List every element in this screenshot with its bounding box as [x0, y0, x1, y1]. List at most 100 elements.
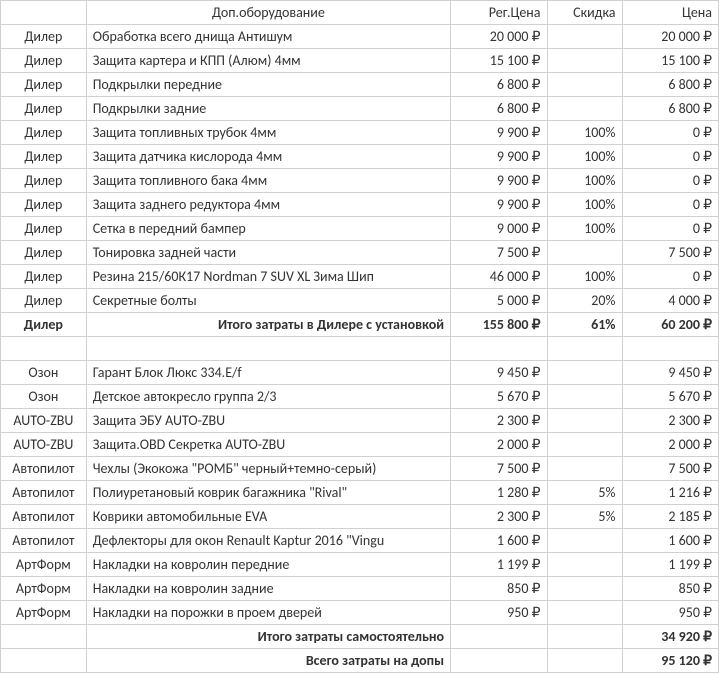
- cell-reg-price: 9 450 ₽: [451, 361, 547, 385]
- cell-price: 0 ₽: [622, 169, 719, 193]
- cell-price: 0 ₽: [622, 265, 719, 289]
- cell-price: 0 ₽: [622, 217, 719, 241]
- cell-discount: 100%: [547, 265, 622, 289]
- summary-row: Всего затраты на допы95 120 ₽: [1, 649, 719, 673]
- cell-name: Итого затраты в Дилере с установкой: [86, 313, 450, 337]
- table-row: ДилерЗащита топливного бака 4мм9 900 ₽10…: [1, 169, 719, 193]
- table-row: АртФормНакладки на ковролин передние 1 19…: [1, 553, 719, 577]
- blank-row: [1, 337, 719, 361]
- cell-source: Озон: [1, 385, 87, 409]
- cell-price: 0 ₽: [622, 121, 719, 145]
- header-source: [1, 1, 87, 25]
- cell-name: Детское автокресло группа 2/3: [86, 385, 450, 409]
- cell-name: Защита картера и КПП (Алюм) 4мм: [86, 49, 450, 73]
- cell-discount: 100%: [547, 169, 622, 193]
- cell-reg-price: 15 100 ₽: [451, 49, 547, 73]
- cell-price: 15 100 ₽: [622, 49, 719, 73]
- cell-source: Дилер: [1, 73, 87, 97]
- cell-price: 60 200 ₽: [622, 313, 719, 337]
- header-price: Цена: [622, 1, 719, 25]
- table-row: ДилерИтого затраты в Дилере с установкой…: [1, 313, 719, 337]
- cell-reg-price: 9 900 ₽: [451, 121, 547, 145]
- cell-name: Защита заднего редуктора 4мм: [86, 193, 450, 217]
- cell-price: 2 185 ₽: [622, 505, 719, 529]
- cell-source: АртФорм: [1, 553, 87, 577]
- cell-source: Дилер: [1, 217, 87, 241]
- cell-reg-price: 850 ₽: [451, 577, 547, 601]
- cell-reg-price: 46 000 ₽: [451, 265, 547, 289]
- cell-reg-price: 1 600 ₽: [451, 529, 547, 553]
- cell-name: Дефлекторы для окон Renault Kaptur 2016 …: [86, 529, 450, 553]
- cell-price: 2 300 ₽: [622, 409, 719, 433]
- cell-reg-price: 2 300 ₽: [451, 505, 547, 529]
- cell-reg-price: 9 900 ₽: [451, 145, 547, 169]
- cell-name: Полиуретановый коврик багажника "Rival": [86, 481, 450, 505]
- cell-price: 2 000 ₽: [622, 433, 719, 457]
- table-row: АвтопилотДефлекторы для окон Renault Kap…: [1, 529, 719, 553]
- cell-source: Дилер: [1, 313, 87, 337]
- cell-discount: 100%: [547, 193, 622, 217]
- cell-source: Автопилот: [1, 529, 87, 553]
- cell-discount: 5%: [547, 505, 622, 529]
- cell-name: Резина 215/60К17 Nordman 7 SUV XL Зима Ш…: [86, 265, 450, 289]
- cell-price: 20 000 ₽: [622, 25, 719, 49]
- cell-price: 7 500 ₽: [622, 457, 719, 481]
- cell-reg-price: 20 000 ₽: [451, 25, 547, 49]
- cell-discount: [547, 601, 622, 625]
- cell-discount: [547, 73, 622, 97]
- cell-reg-price: 7 500 ₽: [451, 241, 547, 265]
- cell-name: Защита топливных трубок 4мм: [86, 121, 450, 145]
- cell-name: Защита ЭБУ AUTO-ZBU: [86, 409, 450, 433]
- cell-name: Подкрылки задние: [86, 97, 450, 121]
- cell-name: Защита датчика кислорода 4мм: [86, 145, 450, 169]
- equipment-table: Доп.оборудование Рег.Цена Скидка Цена Ди…: [0, 0, 719, 673]
- cell-discount: 100%: [547, 217, 622, 241]
- cell-discount: [547, 409, 622, 433]
- cell-source: Дилер: [1, 97, 87, 121]
- cell-source: Озон: [1, 361, 87, 385]
- cell-reg-price: 5 670 ₽: [451, 385, 547, 409]
- cell-source: Дилер: [1, 25, 87, 49]
- cell-discount: [547, 529, 622, 553]
- header-name: Доп.оборудование: [86, 1, 450, 25]
- cell-source: Дилер: [1, 193, 87, 217]
- cell-discount: 20%: [547, 289, 622, 313]
- cell-source: AUTO-ZBU: [1, 409, 87, 433]
- summary-value: 34 920 ₽: [622, 625, 719, 649]
- cell-price: 850 ₽: [622, 577, 719, 601]
- cell-price: 1 216 ₽: [622, 481, 719, 505]
- cell-discount: [547, 97, 622, 121]
- cell-reg-price: 2 300 ₽: [451, 409, 547, 433]
- cell-source: AUTO-ZBU: [1, 433, 87, 457]
- cell-name: Чехлы (Экокожа "РОМБ" черный+темно-серый…: [86, 457, 450, 481]
- cell-source: Дилер: [1, 169, 87, 193]
- cell-discount: [547, 385, 622, 409]
- table-row: ДилерСекретные болты5 000 ₽20%4 000 ₽: [1, 289, 719, 313]
- table-row: ДилерРезина 215/60К17 Nordman 7 SUV XL З…: [1, 265, 719, 289]
- cell-reg-price: 2 000 ₽: [451, 433, 547, 457]
- header-reg-price: Рег.Цена: [451, 1, 547, 25]
- cell-price: 950 ₽: [622, 601, 719, 625]
- cell-discount: 100%: [547, 145, 622, 169]
- cell-source: Дилер: [1, 49, 87, 73]
- cell-discount: 100%: [547, 121, 622, 145]
- cell-reg-price: 6 800 ₽: [451, 73, 547, 97]
- cell-name: Накладки на порожки в проем дверей: [86, 601, 450, 625]
- table-row: ДилерЗащита картера и КПП (Алюм) 4мм15 1…: [1, 49, 719, 73]
- cell-source: Дилер: [1, 241, 87, 265]
- summary-row: Итого затраты самостоятельно34 920 ₽: [1, 625, 719, 649]
- table-row: ДилерОбработка всего днища Антишум20 000…: [1, 25, 719, 49]
- summary-value: 95 120 ₽: [622, 649, 719, 673]
- cell-price: 9 450 ₽: [622, 361, 719, 385]
- cell-price: 1 199 ₽: [622, 553, 719, 577]
- cell-source: Дилер: [1, 145, 87, 169]
- cell-name: Тонировка задней части: [86, 241, 450, 265]
- table-row: ДилерТонировка задней части7 500 ₽7 500 …: [1, 241, 719, 265]
- cell-reg-price: 155 800 ₽: [451, 313, 547, 337]
- cell-source: Автопилот: [1, 505, 87, 529]
- cell-discount: [547, 49, 622, 73]
- cell-name: Накладки на ковролин передние: [86, 553, 450, 577]
- cell-reg-price: 5 000 ₽: [451, 289, 547, 313]
- cell-price: 6 800 ₽: [622, 73, 719, 97]
- table-row: АвтопилотПолиуретановый коврик багажника…: [1, 481, 719, 505]
